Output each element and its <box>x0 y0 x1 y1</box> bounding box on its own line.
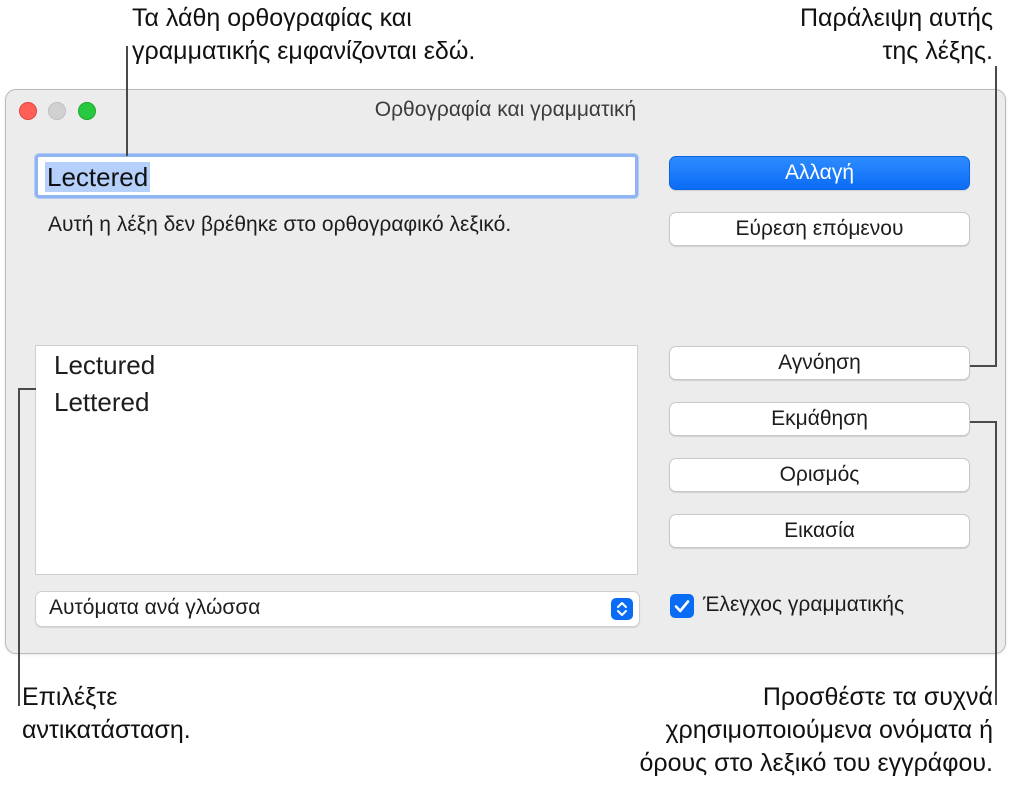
spelling-message: Αυτή η λέξη δεν βρέθηκε στο ορθογραφικό … <box>48 213 512 236</box>
language-popup-value: Αυτόματα ανά γλώσσα <box>49 596 261 619</box>
learn-button[interactable]: Εκμάθηση <box>669 402 970 436</box>
chevron-up-down-icon <box>611 598 633 620</box>
language-popup[interactable]: Αυτόματα ανά γλώσσα <box>35 591 640 627</box>
misspelled-word-field[interactable]: Lectered <box>35 154 638 198</box>
leader-line-learn-tick <box>970 421 997 423</box>
change-button[interactable]: Αλλαγή <box>669 156 970 190</box>
window-title: Ορθογραφία και γραμματική <box>374 98 637 121</box>
grammar-check-checkbox[interactable] <box>670 594 694 618</box>
callout-line: όρους στο λεξικό του εγγράφου. <box>639 749 993 777</box>
suggestions-list[interactable]: Lectured Lettered <box>35 345 638 575</box>
define-button[interactable]: Ορισμός <box>669 458 970 492</box>
leader-line-learn <box>995 421 997 705</box>
leader-line-ignore <box>995 66 997 367</box>
callout-ignore-word: Παράλειψη αυτής της λέξης. <box>800 2 993 68</box>
checkmark-icon <box>674 600 690 613</box>
callout-choose-replacement: Επιλέξτε αντικατάσταση. <box>22 681 191 747</box>
guess-button[interactable]: Εικασία <box>669 514 970 548</box>
callout-line: χρησιμοποιούμενα ονόματα ή <box>665 716 993 744</box>
callout-line: Τα λάθη ορθογραφίας και <box>132 4 412 32</box>
find-next-button[interactable]: Εύρεση επόμενου <box>669 212 970 246</box>
ignore-button[interactable]: Αγνόηση <box>669 346 970 380</box>
callout-line: γραμματικής εμφανίζονται εδώ. <box>132 37 476 65</box>
title-bar: Ορθογραφία και γραμματική <box>6 90 1005 132</box>
callout-line: Παράλειψη αυτής <box>799 4 993 32</box>
callout-line: αντικατάσταση. <box>22 716 191 744</box>
leader-line-suggestions-tick <box>18 388 36 390</box>
suggestion-item[interactable]: Lettered <box>54 387 149 418</box>
grammar-check-label[interactable]: Έλεγχος γραμματικής <box>703 593 904 617</box>
leader-line-suggestions <box>18 388 20 706</box>
callout-learn-word: Προσθέστε τα συχνά χρησιμοποιούμενα ονόμ… <box>639 681 993 780</box>
callout-line: Προσθέστε τα συχνά <box>762 683 993 711</box>
suggestion-item[interactable]: Lectured <box>54 350 155 381</box>
callout-line: Επιλέξτε <box>22 683 118 711</box>
callout-spelling-errors: Τα λάθη ορθογραφίας και γραμματικής εμφα… <box>132 2 475 68</box>
callout-line: της λέξης. <box>882 37 993 65</box>
misspelled-word-selection: Lectered <box>45 162 151 192</box>
spelling-grammar-window: Ορθογραφία και γραμματική Lectered Αυτή … <box>5 89 1006 654</box>
leader-line-ignore-tick <box>970 365 997 367</box>
leader-line-word-field <box>126 46 128 156</box>
